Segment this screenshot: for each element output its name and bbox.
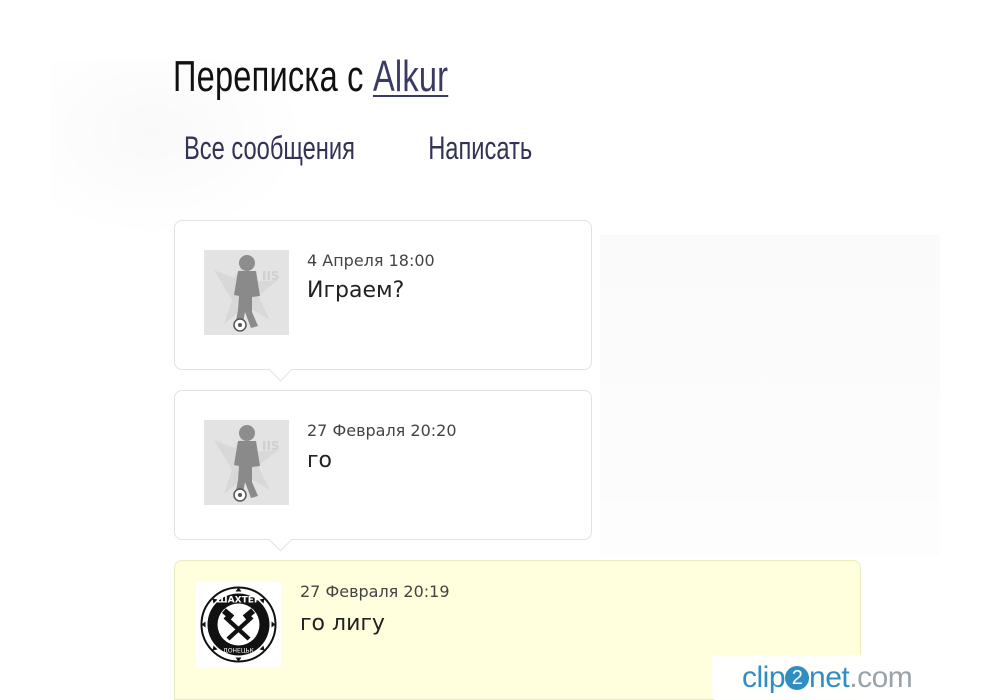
message-text: го (307, 448, 333, 473)
message-date: 27 Февраля 20:20 (307, 421, 457, 440)
page-title: Переписка с Alkur (173, 49, 448, 105)
watermark-pre: clip (742, 661, 786, 694)
svg-text:IIS: IIS (262, 439, 280, 453)
watermark-post: net (809, 661, 850, 694)
nav-write-link[interactable]: Написать (428, 126, 532, 170)
svg-text:ДОНЕЦЬК: ДОНЕЦЬК (223, 648, 254, 655)
svg-text:IIS: IIS (262, 269, 280, 283)
message-text: го лигу (300, 611, 385, 636)
nav-all-messages-link[interactable]: Все сообщения (184, 130, 355, 166)
bubble-tail (268, 527, 293, 552)
watermark-domain: .com (849, 661, 913, 694)
background-panel (600, 235, 940, 555)
partner-profile-link[interactable]: Alkur (373, 52, 448, 101)
shakhtar-club-logo[interactable]: ШАХТЕР ДОНЕЦЬК (196, 582, 281, 667)
message-date: 4 Апреля 18:00 (307, 251, 435, 270)
bubble-tail (268, 357, 293, 382)
message-bubble: IIS 4 Апреля 18:00 Играем? (174, 220, 592, 382)
message-date: 27 Февраля 20:19 (300, 582, 450, 601)
player-silhouette-avatar[interactable]: IIS (204, 420, 289, 505)
clip2net-watermark: clip 2 net.com (712, 655, 922, 700)
message-text: Играем? (307, 278, 405, 303)
message-bubble: IIS 27 Февраля 20:20 го (174, 390, 592, 552)
watermark-two: 2 (785, 666, 810, 690)
message-nav: Все сообщения Написать (184, 126, 532, 170)
svg-text:ШАХТЕР: ШАХТЕР (217, 596, 261, 606)
page-title-prefix: Переписка с (173, 52, 364, 101)
player-silhouette-avatar[interactable]: IIS (204, 250, 289, 335)
